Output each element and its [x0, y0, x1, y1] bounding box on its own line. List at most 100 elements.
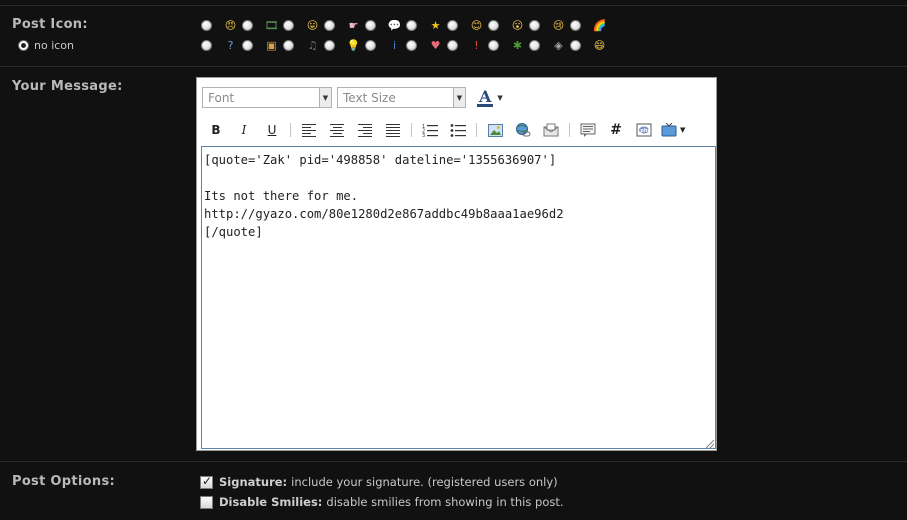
tongue-face-icon: 😛: [306, 18, 319, 32]
post-icon-radio[interactable]: [365, 19, 376, 31]
smile-face-icon: 😊: [470, 18, 483, 32]
toolbar-separator: [290, 123, 291, 137]
post-icon-option[interactable]: 😛: [282, 15, 323, 35]
post-icon-option[interactable]: 🎞: [241, 15, 282, 35]
text-size-select-value: Text Size: [343, 91, 396, 105]
insert-link-button[interactable]: [512, 121, 534, 139]
bug-icon: ✱: [512, 38, 523, 52]
code-button[interactable]: #: [605, 121, 627, 139]
post-icon-radio[interactable]: [447, 19, 458, 31]
font-color-button[interactable]: A ▼: [477, 87, 507, 108]
disable-smilies-title: Disable Smilies:: [219, 495, 323, 509]
post-icon-radio[interactable]: [242, 39, 253, 51]
insert-email-button[interactable]: [540, 121, 562, 139]
chevron-down-icon: ▼: [680, 126, 686, 134]
post-icon-option[interactable]: !: [446, 35, 487, 55]
cube-icon: ◈: [554, 38, 563, 52]
post-icon-radio[interactable]: [406, 19, 417, 31]
post-icon-option[interactable]: 😢: [528, 15, 569, 35]
align-left-button[interactable]: [298, 121, 320, 139]
signature-option[interactable]: Signature: include your signature. (regi…: [200, 474, 558, 489]
post-icon-option[interactable]: ◈: [528, 35, 569, 55]
star-icon: ★: [430, 18, 441, 32]
post-icon-radio[interactable]: [242, 19, 253, 31]
underline-button[interactable]: U: [261, 121, 283, 139]
post-icon-radio[interactable]: [447, 39, 458, 51]
signature-checkbox[interactable]: [200, 474, 213, 489]
no-icon-option[interactable]: no icon: [17, 39, 74, 52]
post-icon-option[interactable]: ▣: [241, 35, 282, 55]
post-icon-radio[interactable]: [201, 39, 212, 51]
tv-icon: [661, 123, 677, 137]
post-icon-option[interactable]: ?: [200, 35, 241, 55]
align-right-button[interactable]: [354, 121, 376, 139]
shocked-face-icon: 😮: [511, 18, 524, 32]
php-button[interactable]: php: [633, 121, 655, 139]
bullet-list-icon: [450, 124, 466, 137]
post-icon-option[interactable]: i: [364, 35, 405, 55]
message-textarea[interactable]: [quote='Zak' pid='498858' dateline='1355…: [201, 146, 716, 449]
post-icon-radio[interactable]: [529, 19, 540, 31]
toolbar-separator: [476, 123, 477, 137]
post-icon-option[interactable]: 💬: [364, 15, 405, 35]
post-options-label: Post Options:: [12, 474, 115, 489]
bold-button[interactable]: B: [205, 121, 227, 139]
post-icon-option[interactable]: ☛: [323, 15, 364, 35]
align-center-icon: [330, 123, 344, 137]
align-justify-button[interactable]: [382, 121, 404, 139]
post-icon-option[interactable]: 🌈: [569, 15, 610, 35]
font-select[interactable]: Font ▼: [202, 87, 332, 108]
resize-handle-icon[interactable]: [706, 440, 714, 448]
quote-icon: [580, 123, 596, 137]
post-icon-option[interactable]: 😮: [487, 15, 528, 35]
no-icon-radio[interactable]: [18, 40, 29, 51]
divider: [0, 66, 907, 67]
signature-title: Signature:: [219, 475, 288, 489]
post-icon-row-1: 😠 🎞 😛 ☛ 💬 ★ 😊 😮 😢 🌈: [200, 15, 610, 35]
lightbulb-icon: 💡: [346, 38, 361, 52]
php-icon: php: [636, 123, 652, 137]
toolbar-separator: [569, 123, 570, 137]
post-icon-option[interactable]: 😄: [569, 35, 610, 55]
film-icon: 🎞: [264, 18, 279, 32]
post-icon-radio[interactable]: [488, 39, 499, 51]
italic-button[interactable]: I: [233, 121, 255, 139]
insert-image-button[interactable]: [484, 121, 506, 139]
post-icon-radio[interactable]: [283, 39, 294, 51]
post-icon-radio[interactable]: [283, 19, 294, 31]
toolbar-separator: [411, 123, 412, 137]
your-message-label: Your Message:: [12, 79, 123, 94]
post-icon-option[interactable]: ✱: [487, 35, 528, 55]
numbered-list-button[interactable]: 123: [419, 121, 441, 139]
post-icon-radio[interactable]: [529, 39, 540, 51]
formatting-toolbar: B I U 123 # php ▼: [205, 121, 695, 139]
post-icon-radio[interactable]: [570, 19, 581, 31]
music-note-icon: ♫: [307, 38, 318, 52]
rainbow-icon: 🌈: [592, 18, 607, 32]
post-icon-radio[interactable]: [570, 39, 581, 51]
bullet-list-button[interactable]: [447, 121, 469, 139]
video-button[interactable]: ▼: [661, 121, 689, 139]
post-icon-radio[interactable]: [324, 19, 335, 31]
post-icon-option[interactable]: ★: [405, 15, 446, 35]
align-center-button[interactable]: [326, 121, 348, 139]
post-icon-option[interactable]: ♥: [405, 35, 446, 55]
post-icon-radio[interactable]: [201, 19, 212, 31]
post-icon-radio[interactable]: [365, 39, 376, 51]
post-icon-option[interactable]: 😠: [200, 15, 241, 35]
post-icon-radio[interactable]: [406, 39, 417, 51]
disable-smilies-checkbox[interactable]: [200, 495, 213, 509]
post-icon-option[interactable]: 💡: [323, 35, 364, 55]
post-icon-radio[interactable]: [488, 19, 499, 31]
post-icon-row-2: ? ▣ ♫ 💡 i ♥! ✱ ◈ 😄: [200, 35, 610, 55]
align-left-icon: [302, 123, 316, 137]
text-size-select[interactable]: Text Size ▼: [337, 87, 466, 108]
quote-button[interactable]: [577, 121, 599, 139]
post-icon-option[interactable]: ♫: [282, 35, 323, 55]
disable-smilies-option[interactable]: Disable Smilies: disable smilies from sh…: [200, 495, 564, 509]
post-icon-option[interactable]: 😊: [446, 15, 487, 35]
sad-face-icon: 😢: [552, 18, 565, 32]
no-icon-label: no icon: [34, 39, 75, 52]
post-icon-radio[interactable]: [324, 39, 335, 51]
hand-pointer-icon: ☛: [348, 18, 359, 32]
